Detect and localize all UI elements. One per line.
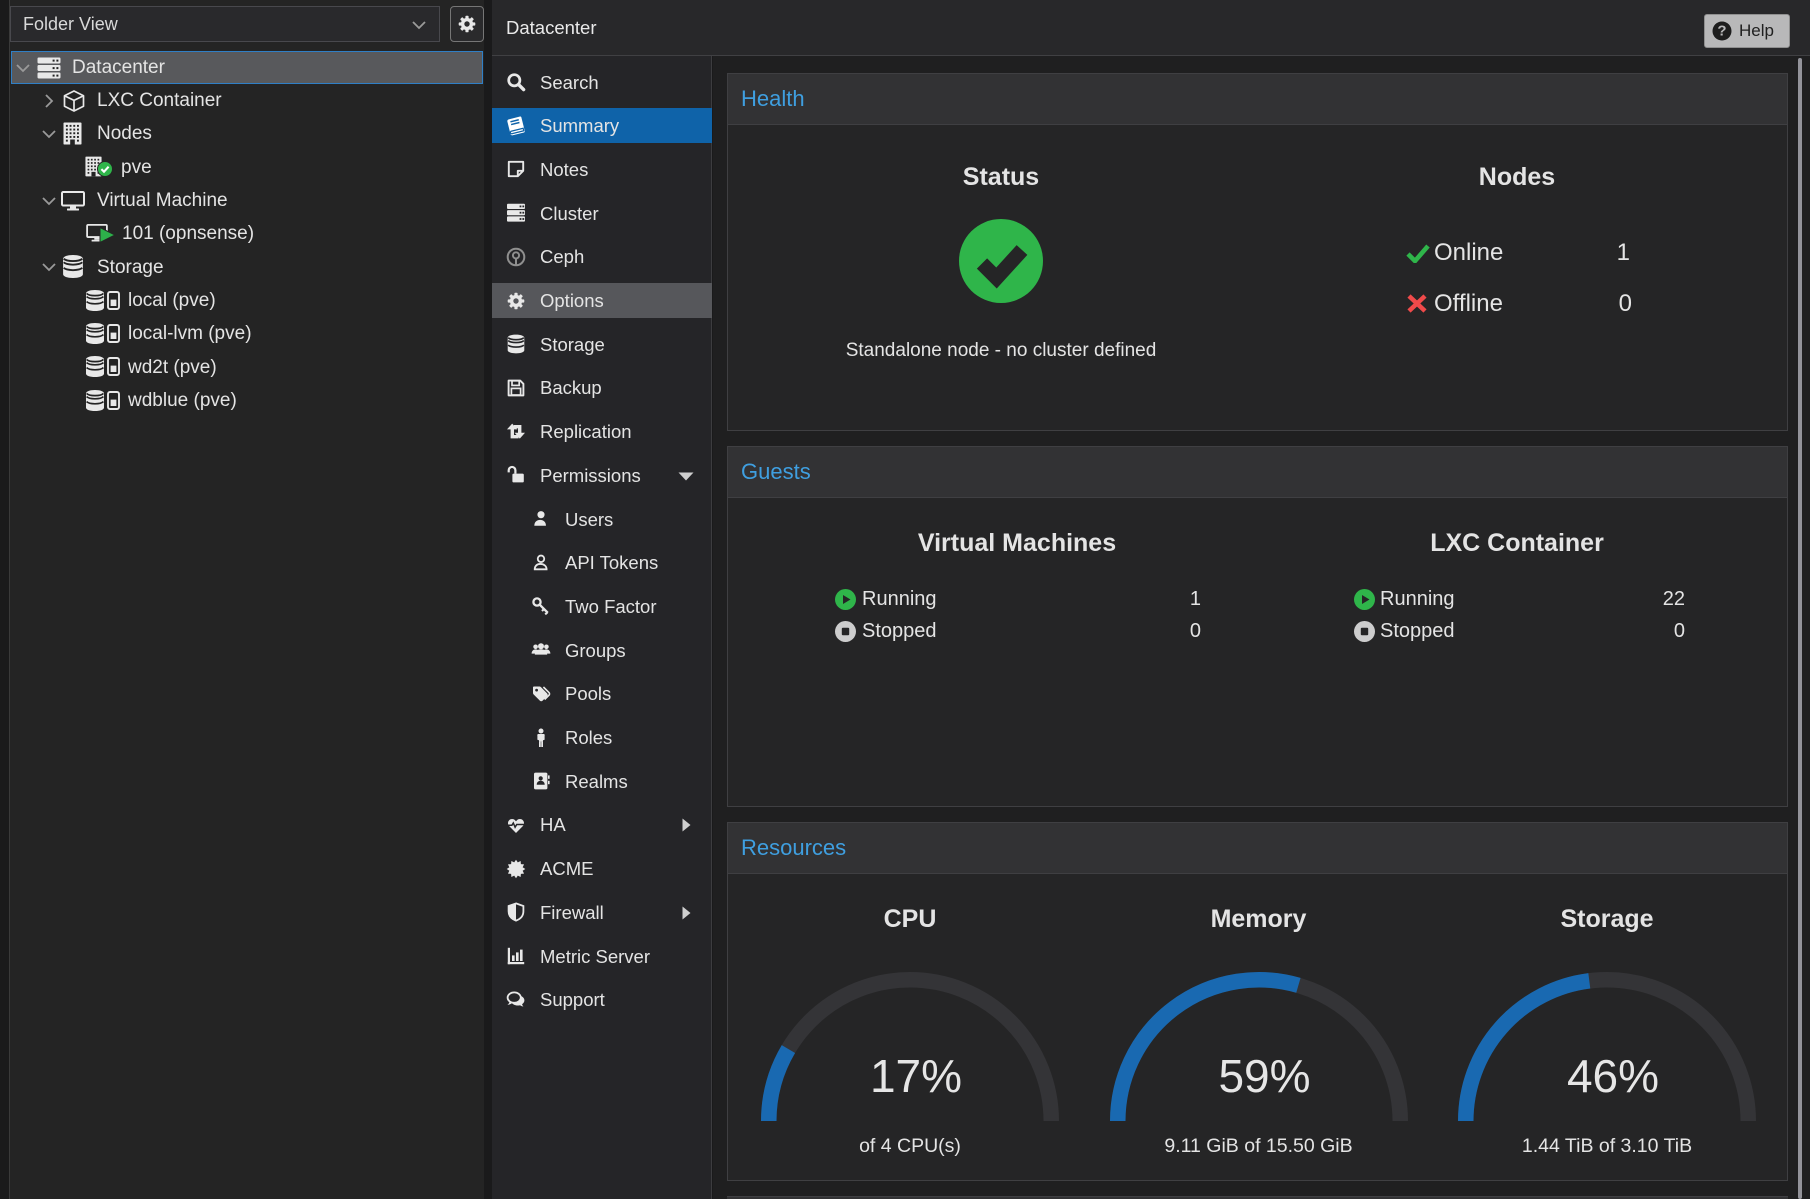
- svg-text:?: ?: [1717, 23, 1726, 40]
